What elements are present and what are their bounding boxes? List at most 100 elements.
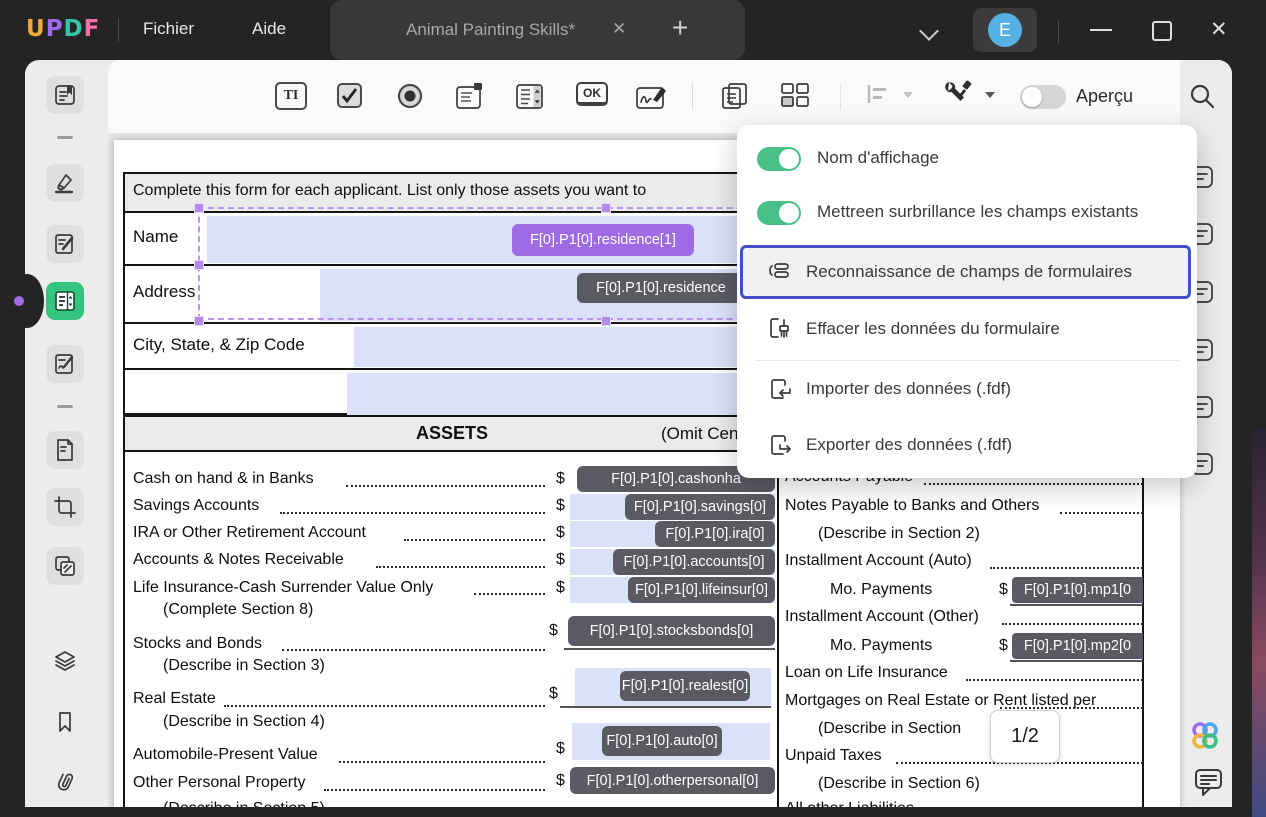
selection-handle[interactable]: [194, 260, 204, 270]
menu-item-label: Importer des données (.fdf): [806, 379, 1012, 398]
asset-label: Life Insurance-Cash Surrender Value Only: [133, 579, 434, 596]
menu-fichier[interactable]: Fichier: [143, 19, 194, 39]
asset-label: Stocks and Bonds: [133, 635, 262, 652]
dotted-leader: [346, 485, 545, 487]
divider: [118, 18, 119, 42]
ai-assistant-button[interactable]: [1188, 720, 1222, 757]
watermark-icon: [55, 556, 75, 576]
avatar-initial: E: [988, 13, 1022, 47]
selection-handle[interactable]: [601, 203, 611, 213]
selection-handle[interactable]: [194, 316, 204, 326]
dotted-leader: [1002, 623, 1143, 625]
duplicate-fields-button[interactable]: [720, 82, 750, 111]
sidebar-tool-edit[interactable]: [46, 225, 84, 263]
dollar-sign: $: [556, 524, 565, 541]
menu-divider: [755, 360, 1179, 361]
search-button[interactable]: [1188, 82, 1216, 115]
dotted-leader: [924, 483, 1143, 485]
preview-label: Aperçu: [1076, 86, 1134, 106]
form-tools-button[interactable]: [940, 78, 976, 112]
menu-item-recognize-fields[interactable]: Reconnaissance de champs de formulaires: [740, 245, 1191, 299]
feedback-button[interactable]: [1193, 766, 1225, 803]
sidebar-tool-comment[interactable]: [46, 164, 84, 202]
dollar-sign: $: [556, 579, 565, 596]
field-name-badge: F[0].P1[0].savings[0]: [625, 494, 775, 520]
new-tab-button[interactable]: +: [672, 12, 688, 44]
tab-title: Animal Painting Skills*: [406, 20, 576, 39]
dollar-sign: $: [556, 497, 565, 514]
display-name-toggle[interactable]: [757, 147, 801, 171]
toggle-knob: [779, 149, 799, 169]
form-options-menu: Nom d'affichage Mettreen surbrillance le…: [737, 125, 1197, 478]
field-name-badge: F[0].P1[0].lifeinsur[0]: [628, 577, 775, 603]
user-avatar[interactable]: E: [973, 8, 1037, 52]
sidebar-tool-attachments[interactable]: [46, 763, 84, 801]
preview-toggle[interactable]: [1020, 85, 1066, 109]
attachment-icon: [57, 773, 74, 791]
menu-item-label: Mettreen surbrillance les champs existan…: [817, 202, 1139, 221]
menu-item-label: Reconnaissance de champs de formulaires: [806, 262, 1133, 281]
form-toolbar: TI OK Aperçu: [108, 60, 1180, 133]
dotted-leader: [376, 566, 545, 568]
dollar-sign: $: [556, 772, 565, 789]
sidebar-tool-sign[interactable]: [46, 345, 84, 383]
menu-item-clear-form[interactable]: [768, 316, 794, 347]
menu-item-export-data[interactable]: [768, 433, 794, 464]
dotted-leader: [224, 705, 545, 707]
align-fields-button[interactable]: [865, 82, 891, 106]
field-name-badge: F[0].P1[0].mp1[0: [1012, 577, 1143, 603]
sidebar-tool-bookmark[interactable]: [46, 703, 84, 741]
sidebar-tool-watermark[interactable]: [46, 547, 84, 585]
highlight-fields-toggle[interactable]: [757, 201, 801, 225]
sidebar-tool-layers[interactable]: [46, 642, 84, 680]
dollar-sign: $: [556, 470, 565, 487]
asset-label: Notes Payable to Banks and Others: [785, 497, 1040, 514]
asset-label: Loan on Life Insurance: [785, 664, 948, 681]
dotted-leader: [990, 567, 1143, 569]
reader-icon: [55, 85, 75, 105]
minimize-button[interactable]: [1090, 29, 1112, 31]
instruction-text: Complete this form for each applicant. L…: [133, 182, 647, 199]
menu-item-import-data[interactable]: [768, 377, 794, 408]
tabs-dropdown-icon[interactable]: [919, 21, 939, 41]
sidebar-tool-reader[interactable]: [46, 76, 84, 114]
toggle-knob: [1022, 87, 1042, 107]
combobox-tool-button[interactable]: [455, 82, 485, 111]
align-dropdown-caret[interactable]: [903, 92, 913, 98]
asset-sublabel: (Describe in Section: [818, 720, 962, 737]
dotted-leader: [1060, 512, 1143, 514]
selection-handle[interactable]: [194, 203, 204, 213]
search-icon: [1190, 84, 1215, 109]
maximize-button[interactable]: [1152, 21, 1172, 41]
selection-handle[interactable]: [601, 316, 611, 326]
signature-tool-button[interactable]: [635, 82, 669, 112]
tab-close-icon[interactable]: ✕: [612, 19, 626, 39]
dotted-leader: [966, 679, 1143, 681]
checkbox-tool-button[interactable]: [336, 82, 363, 109]
field-underline: [1010, 604, 1143, 606]
asset-label: All other Liabilities: [785, 800, 914, 807]
sidebar-tool-crop[interactable]: [46, 488, 84, 526]
close-button[interactable]: ✕: [1210, 17, 1228, 42]
push-button-tool-button[interactable]: OK: [576, 82, 608, 106]
city-label: City, State, & Zip Code: [133, 335, 305, 354]
tools-dropdown-caret[interactable]: [985, 92, 995, 98]
menu-item-label: Nom d'affichage: [817, 148, 940, 167]
sidebar-tool-pages[interactable]: [46, 431, 84, 469]
dollar-sign: $: [556, 740, 565, 757]
text-field-tool-button[interactable]: TI: [275, 82, 307, 110]
sidebar-tool-forms[interactable]: [46, 282, 84, 320]
listbox-tool-button[interactable]: [515, 82, 545, 111]
field-underline: [560, 706, 771, 708]
document-tab[interactable]: Animal Painting Skills* ✕ +: [330, 0, 745, 60]
asset-label: Accounts & Notes Receivable: [133, 551, 344, 568]
field-name-badge: F[0].P1[0].auto[0]: [602, 726, 722, 756]
asset-label: Mo. Payments: [830, 581, 933, 598]
toggle-knob: [779, 203, 799, 223]
radio-tool-button[interactable]: [396, 82, 424, 110]
sign-icon: [55, 354, 74, 374]
menu-aide[interactable]: Aide: [252, 19, 286, 39]
asset-sublabel: (Complete Section 8): [163, 601, 314, 618]
layout-grid-button[interactable]: [780, 82, 810, 109]
desktop-wallpaper-edge: [1252, 430, 1266, 817]
